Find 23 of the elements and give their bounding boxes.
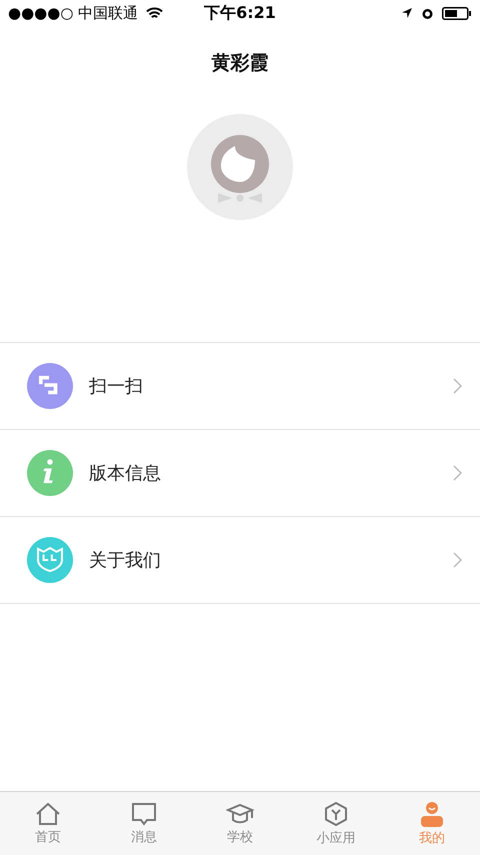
battery-icon — [442, 6, 472, 20]
person-icon — [419, 800, 445, 826]
tab-bar-item[interactable]: 学校 — [192, 792, 288, 855]
tab-bar-item[interactable]: 我的 — [384, 792, 480, 855]
menu-item[interactable]: 关于我们 — [0, 517, 480, 604]
tab-bar-item[interactable]: 消息 — [96, 792, 192, 855]
chevron-right-icon — [453, 378, 462, 394]
menu-item[interactable]: 版本信息 — [0, 430, 480, 517]
page-title: 黄彩霞 — [210, 51, 270, 76]
tab-bar-item[interactable]: 小应用 — [288, 792, 384, 855]
wifi-icon — [146, 6, 164, 20]
menu-item[interactable]: 扫一扫 — [0, 343, 480, 430]
home-icon — [35, 802, 61, 826]
chevron-right-icon — [453, 552, 462, 568]
message-icon — [131, 802, 157, 826]
clock-time: 下午6:21 — [204, 2, 276, 24]
avatar-icon[interactable] — [187, 114, 293, 220]
location-arrow-icon — [401, 7, 414, 19]
cube-icon — [324, 800, 348, 826]
chevron-right-icon — [453, 465, 462, 481]
graduation-cap-icon — [226, 802, 254, 826]
carrier-name: ●●●●○ 中国联通 — [8, 4, 138, 22]
tab-bar-item[interactable]: 首页 — [0, 792, 96, 855]
